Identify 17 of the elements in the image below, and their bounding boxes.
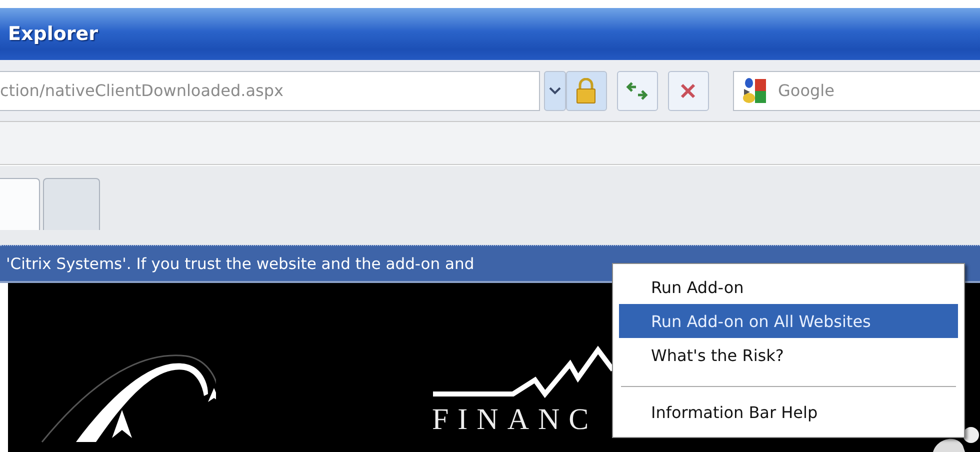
window-title: Explorer: [8, 23, 98, 45]
refresh-button[interactable]: [616, 70, 658, 110]
information-bar-message[interactable]: 'Citrix Systems'. If you trust the website and the add-on and: [6, 254, 474, 272]
close-icon: [680, 82, 696, 98]
logo-text: FINANC: [432, 403, 598, 437]
refresh-arrows-icon: [626, 82, 648, 100]
chevron-down-icon: [549, 86, 561, 94]
colored-squares-icon: [741, 76, 769, 104]
menu-item[interactable]: Information Bar Help: [619, 395, 958, 429]
address-field[interactable]: ction/nativeClientDownloaded.aspx: [0, 70, 540, 110]
browser-tab[interactable]: [0, 178, 40, 230]
search-field[interactable]: Google: [733, 70, 980, 110]
stop-button[interactable]: [668, 70, 709, 110]
menu-item[interactable]: Run Add-on on All Websites: [619, 304, 958, 338]
menu-item[interactable]: What's the Risk?: [619, 338, 958, 372]
dropdown-button[interactable]: [544, 70, 566, 110]
padlock-icon: [576, 78, 596, 104]
